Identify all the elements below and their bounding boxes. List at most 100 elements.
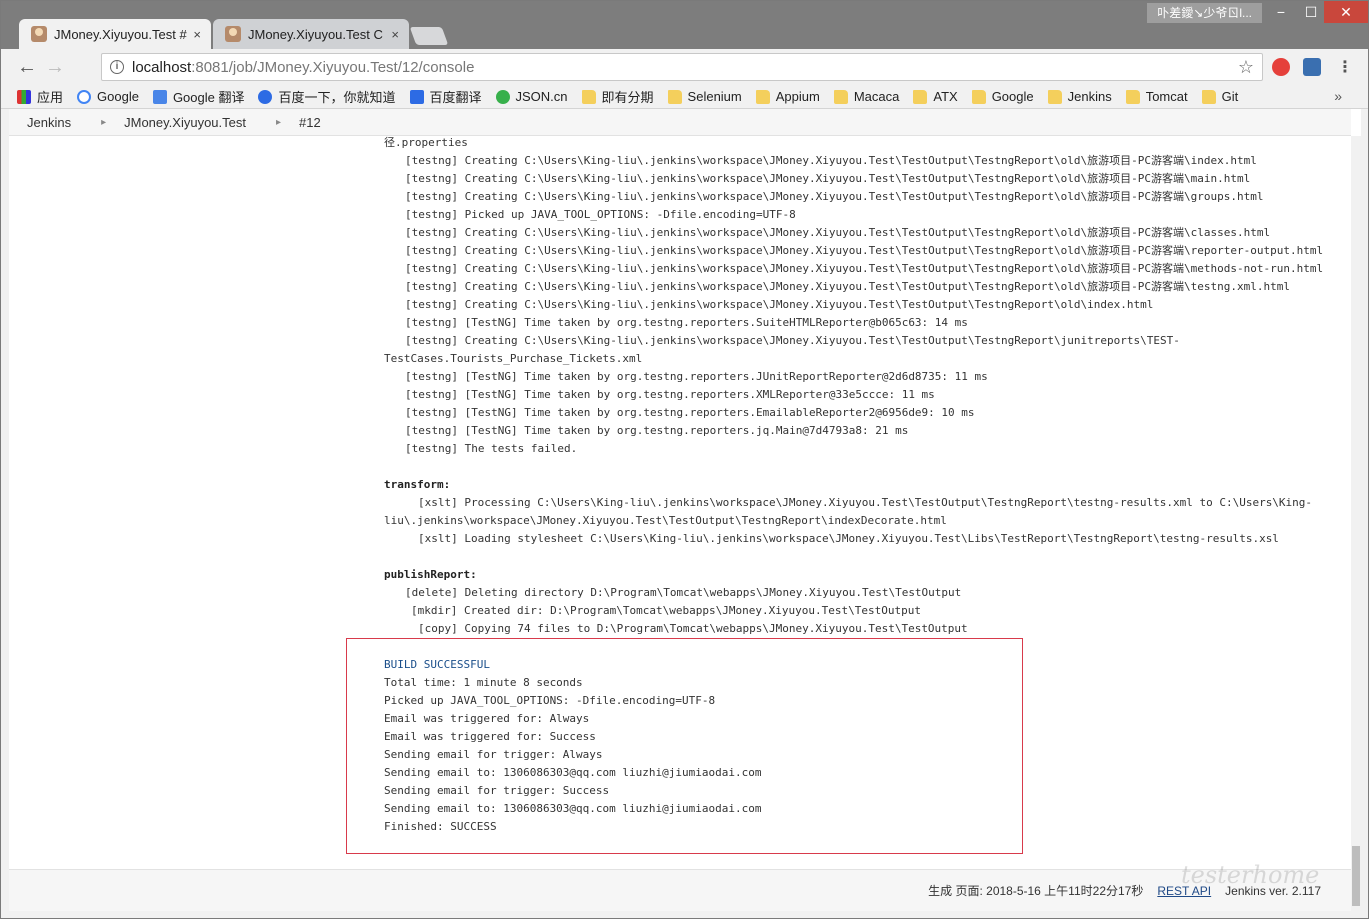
bookmarks-overflow-icon[interactable]: » [1334, 88, 1342, 104]
breadcrumb-build[interactable]: #12 [281, 115, 321, 130]
bookmark-label: 百度一下，你就知道 [278, 90, 396, 105]
bookmark-baidu[interactable]: 百度一下，你就知道 [258, 87, 396, 106]
url-path: :8081/job/JMoney.Xiyuyou.Test/12/console [191, 58, 475, 76]
console-line: [testng] Creating C:\Users\King-liu\.jen… [405, 154, 1257, 167]
bookmark-label: 应用 [37, 90, 64, 105]
browser-menu-icon[interactable]: ⋮ [1337, 57, 1353, 77]
bookmark-folder-appium[interactable]: Appium [755, 89, 820, 104]
tab-title: JMoney.Xiyuyou.Test # [54, 26, 187, 42]
info-icon[interactable]: i [110, 60, 124, 74]
console-line: liu\.jenkins\workspace\JMoney.Xiyuyou.Te… [384, 514, 947, 527]
bookmark-folder-macaca[interactable]: Macaca [833, 89, 899, 104]
baidu-icon [258, 89, 273, 104]
console-line: [testng] Creating C:\Users\King-liu\.jen… [405, 334, 1180, 347]
console-line: [testng] Creating C:\Users\King-liu\.jen… [405, 190, 1264, 203]
bookmark-folder-tomcat[interactable]: Tomcat [1125, 89, 1188, 104]
console-line: [delete] Deleting directory D:\Program\T… [405, 586, 962, 599]
bookmark-label: Google [97, 89, 139, 104]
bookmark-star-icon[interactable]: ☆ [1238, 57, 1254, 78]
extension-blue-icon[interactable] [1303, 58, 1321, 76]
console-line: [testng] [TestNG] Time taken by org.test… [405, 316, 968, 329]
forward-arrow-icon[interactable]: → [43, 55, 67, 79]
folder-icon [833, 89, 848, 104]
maximize-button[interactable]: ☐ [1294, 1, 1328, 23]
bookmark-google[interactable]: Google [77, 89, 139, 104]
bookmark-folder-google[interactable]: Google [971, 89, 1034, 104]
console-line: 径.properties [384, 136, 468, 149]
jenkins-favicon-icon [31, 26, 47, 42]
scrollbar-thumb[interactable] [1352, 846, 1360, 906]
bookmark-folder-jenkins[interactable]: Jenkins [1047, 89, 1112, 104]
tab-console-active[interactable]: JMoney.Xiyuyou.Test # × [19, 19, 211, 49]
console-line: [testng] The tests failed. [405, 442, 578, 455]
bookmark-label: Appium [775, 89, 820, 104]
google-translate-icon [152, 89, 167, 104]
console-line: [testng] Creating C:\Users\King-liu\.jen… [405, 244, 1324, 257]
console-line: [testng] Creating C:\Users\King-liu\.jen… [405, 262, 1324, 275]
jenkins-favicon-icon [225, 26, 241, 42]
url-text[interactable]: localhost:8081/job/JMoney.Xiyuyou.Test/1… [132, 59, 474, 76]
console-line: [testng] [TestNG] Time taken by org.test… [405, 406, 975, 419]
bookmark-google-translate[interactable]: Google 翻译 [152, 87, 244, 106]
breadcrumb-chevron-icon[interactable]: ▸ [246, 117, 281, 128]
tab-close-icon[interactable]: × [193, 27, 201, 42]
bookmark-folder-git[interactable]: Git [1201, 89, 1238, 104]
window-user-badge[interactable]: 卟差鑀↘少爷ㄖl... [1147, 3, 1262, 23]
bookmark-label: Tomcat [1145, 89, 1188, 104]
folder-icon [971, 89, 986, 104]
bookmark-apps[interactable]: 应用 [17, 87, 63, 106]
browser-toolbar: ← → i localhost:8081/job/JMoney.Xiyuyou.… [1, 49, 1368, 85]
console-line: [xslt] Loading stylesheet C:\Users\King-… [418, 532, 1279, 545]
bookmark-label: ATX [933, 89, 958, 104]
bookmark-json[interactable]: JSON.cn [495, 89, 568, 104]
console-line: transform: [384, 478, 451, 491]
console-line: TestCases.Tourists_Purchase_Tickets.xml [384, 352, 643, 365]
build-result-highlight [346, 638, 1023, 854]
window-close-button[interactable]: ✕ [1324, 1, 1368, 23]
console-line: [testng] Creating C:\Users\King-liu\.jen… [405, 226, 1271, 239]
console-line: publishReport: [384, 568, 477, 581]
address-bar[interactable]: i localhost:8081/job/JMoney.Xiyuyou.Test… [101, 53, 1263, 81]
json-icon [495, 89, 510, 104]
tab-console-second[interactable]: JMoney.Xiyuyou.Test C × [213, 19, 409, 49]
breadcrumb: Jenkins ▸ JMoney.Xiyuyou.Test ▸ #12 [9, 109, 1351, 136]
extension-red-icon[interactable] [1272, 58, 1290, 76]
folder-icon [581, 89, 596, 104]
bookmark-folder-jiyou[interactable]: 即有分期 [581, 87, 654, 106]
bookmark-baidu-translate[interactable]: 百度翻译 [409, 87, 482, 106]
page-generated-time: 生成 页面: 2018-5-16 上午11时22分17秒 [928, 884, 1144, 898]
tab-title: JMoney.Xiyuyou.Test C [248, 26, 383, 42]
bookmark-folder-selenium[interactable]: Selenium [667, 89, 742, 104]
back-arrow-icon[interactable]: ← [15, 55, 39, 79]
folder-icon [913, 89, 928, 104]
bookmarks-bar: 应用 Google Google 翻译 百度一下，你就知道 百度翻译 JSON.… [1, 85, 1368, 109]
page-scrollbar[interactable] [1351, 136, 1361, 911]
console-line: [testng] Picked up JAVA_TOOL_OPTIONS: -D… [405, 208, 796, 221]
console-line: [mkdir] Created dir: D:\Program\Tomcat\w… [411, 604, 921, 617]
breadcrumb-jenkins[interactable]: Jenkins [9, 115, 71, 130]
console-line: [testng] [TestNG] Time taken by org.test… [405, 370, 988, 383]
apps-icon [17, 89, 31, 104]
bookmark-label: Jenkins [1067, 89, 1112, 104]
folder-icon [1125, 89, 1140, 104]
breadcrumb-chevron-icon[interactable]: ▸ [71, 117, 106, 128]
console-line: [xslt] Processing C:\Users\King-liu\.jen… [418, 496, 1313, 509]
console-line: [testng] Creating C:\Users\King-liu\.jen… [405, 280, 1290, 293]
folder-icon [1201, 89, 1216, 104]
folder-icon [755, 89, 770, 104]
bookmark-folder-atx[interactable]: ATX [913, 89, 958, 104]
baidu-translate-icon [409, 89, 424, 104]
jenkins-page: Jenkins ▸ JMoney.Xiyuyou.Test ▸ #12 径.pr… [9, 109, 1361, 911]
bookmark-label: 百度翻译 [429, 90, 482, 105]
new-tab-button[interactable] [409, 27, 449, 45]
console-line: [testng] [TestNG] Time taken by org.test… [405, 424, 909, 437]
tab-strip: JMoney.Xiyuyou.Test # × JMoney.Xiyuyou.T… [1, 1, 1368, 49]
breadcrumb-job[interactable]: JMoney.Xiyuyou.Test [106, 115, 246, 130]
console-line: [copy] Copying 74 files to D:\Program\To… [418, 622, 968, 635]
bookmark-label: Google [991, 89, 1034, 104]
console-line: [testng] [TestNG] Time taken by org.test… [405, 388, 935, 401]
minimize-button[interactable]: − [1264, 1, 1298, 23]
google-icon [77, 89, 92, 104]
tab-close-icon[interactable]: × [391, 27, 399, 42]
